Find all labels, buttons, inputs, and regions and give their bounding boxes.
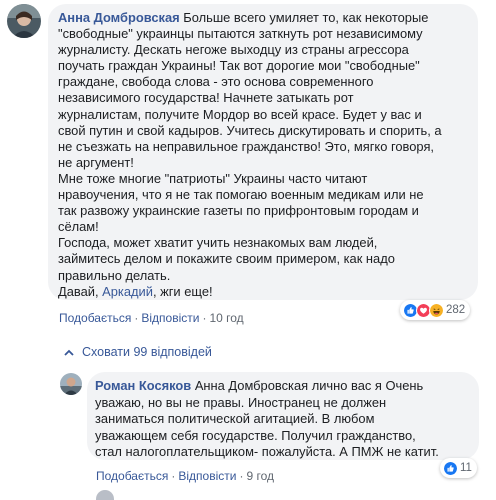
comment-body: Анна Домбровская Больше всего умиляет то… xyxy=(58,10,468,300)
chevron-up-icon xyxy=(64,349,74,356)
mention-link[interactable]: Аркадий xyxy=(102,284,153,299)
reply-avatar[interactable] xyxy=(60,373,82,395)
comment-bubble: Анна Домбровская Больше всего умиляет то… xyxy=(48,4,478,300)
reply-timestamp[interactable]: 9 год xyxy=(246,469,274,483)
separator-dot: · xyxy=(171,469,176,483)
separator-dot: · xyxy=(134,311,139,325)
comment-text: Больше всего умиляет то, как некоторые "… xyxy=(58,10,442,299)
reaction-count: 282 xyxy=(446,304,466,316)
comment-timestamp[interactable]: 10 год xyxy=(209,311,243,325)
hide-replies-label: Сховати 99 відповідей xyxy=(82,345,212,359)
reply-bubble: Роман Косяков Анна Домбровская лично вас… xyxy=(87,372,479,460)
like-icon xyxy=(443,460,458,476)
comment-text-end: , жги еще! xyxy=(152,283,213,299)
hide-replies-button[interactable]: Сховати 99 відповідей xyxy=(64,345,212,359)
haha-icon xyxy=(429,302,444,318)
next-reply-avatar[interactable] xyxy=(96,490,114,500)
avatar[interactable] xyxy=(7,4,41,38)
reply-actions: Подобається · Відповісти · 9 год xyxy=(96,469,274,483)
comment-author-link[interactable]: Анна Домбровская xyxy=(58,10,180,25)
separator-dot: · xyxy=(239,469,244,483)
like-button[interactable]: Подобається xyxy=(59,311,131,325)
reply-reply-button[interactable]: Відповісти xyxy=(178,469,236,483)
reply-button[interactable]: Відповісти xyxy=(141,311,199,325)
comment-actions: Подобається · Відповісти · 10 год xyxy=(59,311,244,325)
reaction-summary[interactable]: 282 xyxy=(400,300,471,320)
reply-reaction-summary[interactable]: 11 xyxy=(440,458,477,478)
separator-dot: · xyxy=(202,311,207,325)
reply-reaction-count: 11 xyxy=(460,462,472,474)
reply-body: Роман Косяков Анна Домбровская лично вас… xyxy=(95,378,469,461)
reply-like-button[interactable]: Подобається xyxy=(96,469,168,483)
reply-author-link[interactable]: Роман Косяков xyxy=(95,378,191,393)
